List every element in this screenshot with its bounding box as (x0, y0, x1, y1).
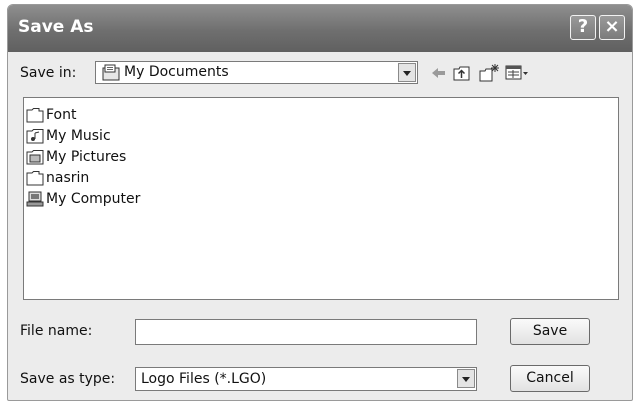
title-bar[interactable]: Save As ? × (8, 5, 632, 52)
list-item-label: nasrin (46, 170, 90, 186)
computer-icon (26, 191, 44, 207)
close-button[interactable]: × (599, 15, 625, 40)
file-name-label: File name: (20, 323, 93, 339)
file-name-field[interactable] (135, 319, 477, 345)
new-folder-icon[interactable] (478, 63, 499, 83)
cancel-button[interactable]: Cancel (510, 365, 590, 392)
save-in-label: Save in: (20, 65, 77, 81)
help-button[interactable]: ? (570, 15, 596, 40)
save-as-type-value: Logo Files (*.LGO) (141, 371, 267, 387)
save-in-dropdown-arrow[interactable] (398, 63, 416, 82)
folder-icon (26, 107, 44, 123)
save-as-type-dropdown[interactable]: Logo Files (*.LGO) (135, 367, 477, 391)
list-item-label: My Music (46, 128, 111, 144)
dialog-title: Save As (18, 17, 94, 37)
folder-icon (26, 170, 44, 186)
music-folder-icon (26, 128, 44, 144)
list-item-label: My Computer (46, 191, 141, 207)
save-in-dropdown[interactable]: My Documents (95, 61, 418, 84)
list-item-label: My Pictures (46, 149, 127, 165)
file-list[interactable]: Font My Music My Pictures nasrin My Comp… (23, 97, 619, 300)
pictures-folder-icon (26, 149, 44, 165)
back-icon[interactable] (428, 63, 448, 83)
save-button[interactable]: Save (510, 318, 590, 345)
list-item-label: Font (46, 107, 77, 123)
up-folder-icon[interactable] (452, 63, 472, 83)
views-menu-icon[interactable] (504, 63, 530, 83)
save-as-type-label: Save as type: (20, 371, 116, 387)
documents-folder-icon (102, 64, 120, 81)
save-in-value: My Documents (124, 64, 229, 80)
save-as-type-dropdown-arrow[interactable] (457, 369, 475, 388)
save-as-dialog: Save As ? × Save in: My Documents Font M… (7, 4, 633, 401)
